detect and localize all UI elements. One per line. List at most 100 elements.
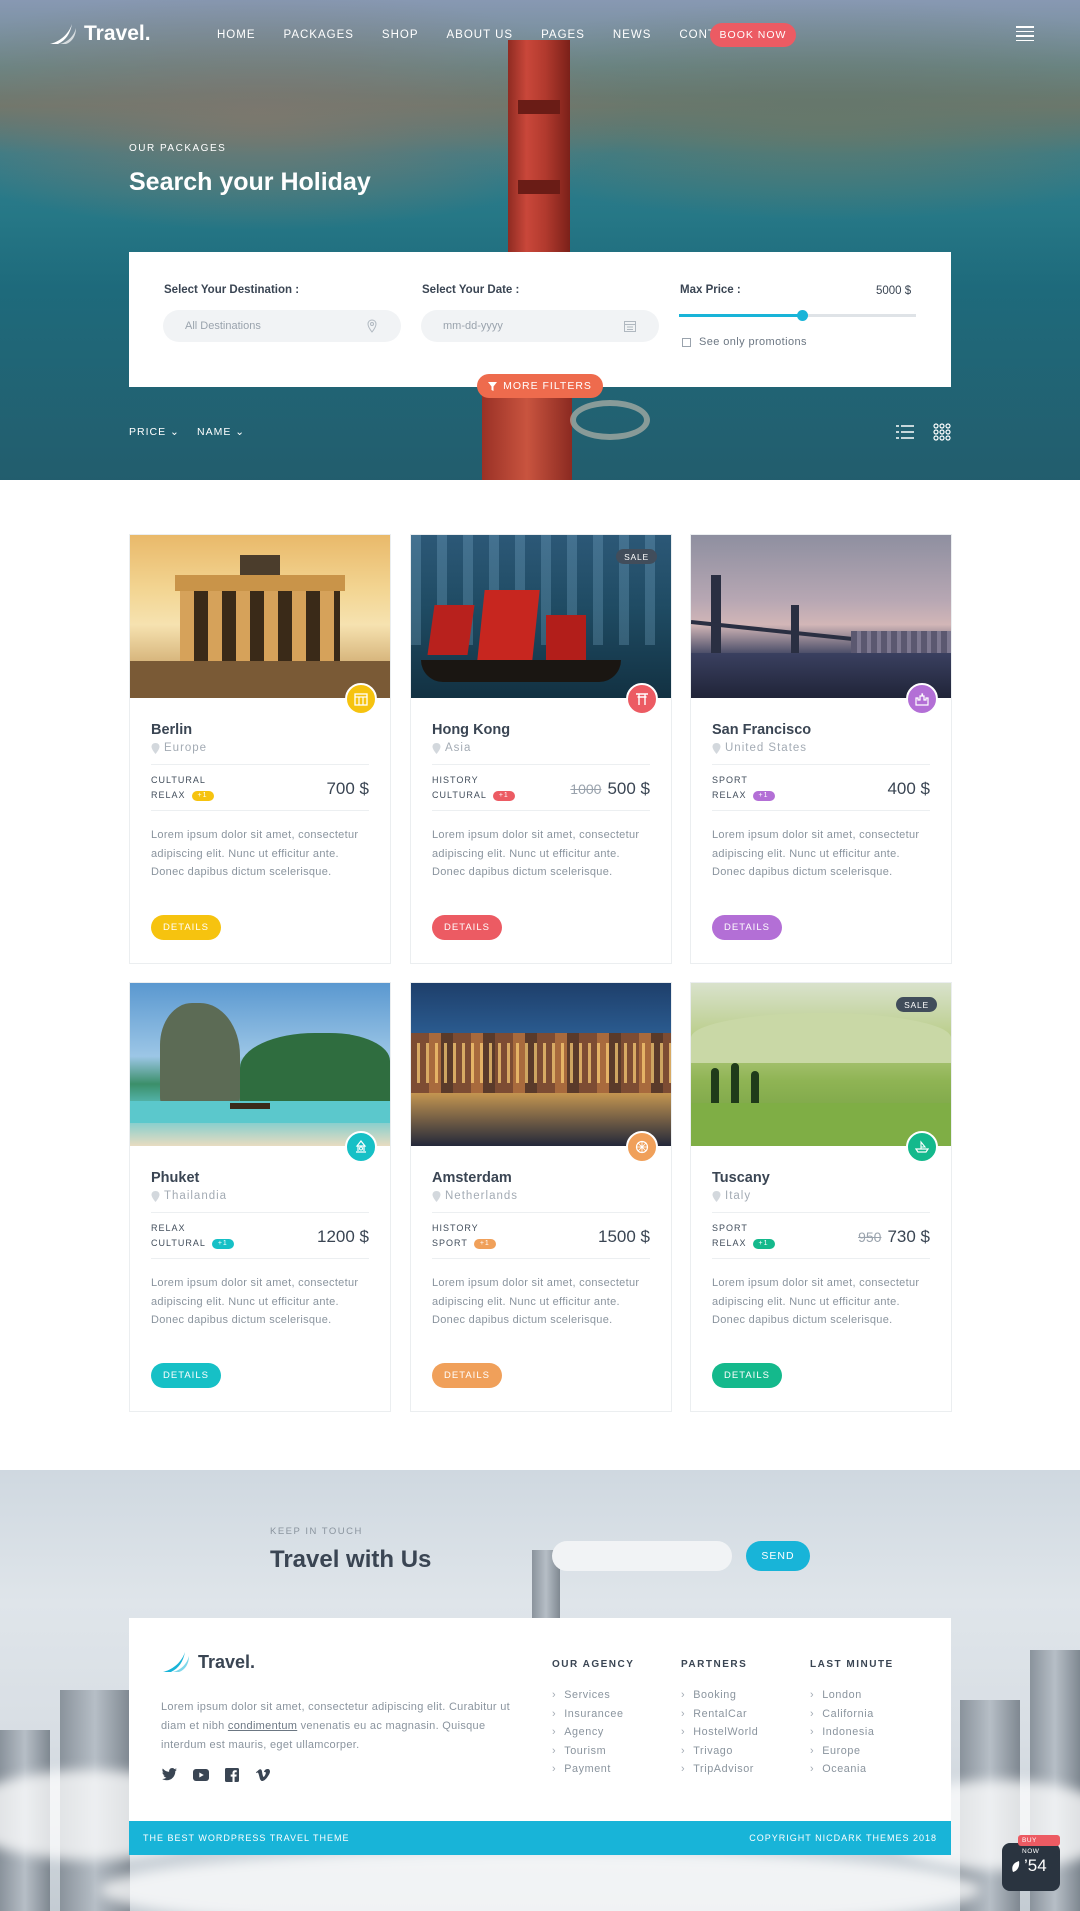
package-card: Phuket Thailandia RELAX CULTURAL +1 1200 $ Lor…	[129, 982, 391, 1412]
package-tags: RELAX CULTURAL +1	[151, 1221, 234, 1251]
package-title[interactable]: Tuscany	[712, 1170, 770, 1186]
package-image[interactable]	[411, 983, 671, 1146]
footer-link[interactable]: TripAdvisor	[681, 1760, 758, 1779]
newsletter-send-button[interactable]: SEND	[746, 1541, 810, 1571]
grid-view-icon[interactable]	[933, 423, 951, 441]
package-title[interactable]: Berlin	[151, 722, 192, 738]
package-location: Asia	[432, 742, 471, 754]
promotions-checkbox[interactable]: See only promotions	[682, 336, 807, 348]
buy-now-tag: BUY NOW	[1018, 1835, 1060, 1855]
destination-select[interactable]: All Destinations	[163, 310, 401, 342]
package-tags: SPORT RELAX +1	[712, 773, 775, 803]
nav-home[interactable]: HOME	[217, 29, 256, 41]
divider	[432, 1258, 650, 1259]
hamburger-menu-icon[interactable]	[1016, 26, 1034, 41]
package-title[interactable]: Phuket	[151, 1170, 199, 1186]
main-menu: HOME PACKAGES SHOP ABOUT US PAGES NEWS C…	[217, 29, 769, 41]
newsletter-email-input[interactable]	[552, 1541, 732, 1571]
price-slider[interactable]	[679, 310, 916, 321]
footer-link[interactable]: Payment	[552, 1760, 634, 1779]
package-image[interactable]	[691, 535, 951, 698]
details-button[interactable]: DETAILS	[712, 915, 782, 940]
twitter-icon[interactable]	[161, 1766, 178, 1783]
footer-link[interactable]: Agency	[552, 1723, 634, 1742]
more-tags-pill: +1	[191, 790, 214, 801]
sort-by-name[interactable]: NAME ⌄	[197, 426, 245, 438]
current-price: 1200 $	[317, 1227, 369, 1246]
footer-link[interactable]: Tourism	[552, 1742, 634, 1761]
package-location: Thailandia	[151, 1190, 227, 1202]
condimentum-link[interactable]: condimentum	[228, 1720, 297, 1732]
price-slider-handle[interactable]	[797, 310, 809, 321]
footer-link[interactable]: Trivago	[681, 1742, 758, 1761]
filter-icon	[488, 381, 498, 391]
tag-row: CULTURAL +1	[432, 788, 515, 803]
details-button[interactable]: DETAILS	[432, 915, 502, 940]
footer-link[interactable]: Insurancee	[552, 1705, 634, 1724]
package-description: Lorem ipsum dolor sit amet, consectetur …	[151, 1277, 359, 1326]
footer-link[interactable]: Oceania	[810, 1760, 894, 1779]
map-pin-icon	[151, 1190, 160, 1202]
torii-gate-icon	[626, 683, 658, 715]
footer-link[interactable]: Booking	[681, 1686, 758, 1705]
tag: CULTURAL	[432, 790, 487, 800]
list-view-icon[interactable]	[896, 425, 914, 439]
tag: HISTORY	[432, 1223, 479, 1233]
package-image[interactable]	[130, 983, 390, 1146]
tag-row: CULTURAL +1	[151, 1236, 234, 1251]
nav-packages[interactable]: PACKAGES	[284, 29, 354, 41]
footer-link[interactable]: Indonesia	[810, 1723, 894, 1742]
nav-about-us[interactable]: ABOUT US	[447, 29, 514, 41]
package-image[interactable]: SALE	[691, 983, 951, 1146]
tag: SPORT	[712, 775, 748, 785]
package-title[interactable]: Hong Kong	[432, 722, 510, 738]
nav-pages[interactable]: PAGES	[541, 29, 585, 41]
footer-link[interactable]: RentalCar	[681, 1705, 758, 1724]
map-pin-icon	[712, 1190, 721, 1202]
footer-link[interactable]: California	[810, 1705, 894, 1724]
footer-link[interactable]: London	[810, 1686, 894, 1705]
checkbox-box[interactable]	[682, 337, 691, 347]
details-button[interactable]: DETAILS	[151, 1363, 221, 1388]
package-title[interactable]: San Francisco	[712, 722, 811, 738]
vimeo-icon[interactable]	[254, 1766, 271, 1783]
footer-column-partners: PARTNERS Booking RentalCar HostelWorld T…	[681, 1659, 758, 1779]
column-title: PARTNERS	[681, 1659, 748, 1670]
sail-logo-icon	[50, 24, 76, 44]
newsletter-title: Travel with Us	[270, 1546, 432, 1573]
package-price: 1500 $	[598, 1227, 650, 1247]
footer-logo-text: Travel.	[198, 1651, 256, 1672]
footer-link[interactable]: Services	[552, 1686, 634, 1705]
facebook-icon[interactable]	[223, 1766, 240, 1783]
details-button[interactable]: DETAILS	[151, 915, 221, 940]
footer-link[interactable]: Europe	[810, 1742, 894, 1761]
more-filters-button[interactable]: MORE FILTERS	[477, 374, 603, 398]
map-pin-icon	[432, 1190, 441, 1202]
sort-by-price[interactable]: PRICE ⌄	[129, 426, 180, 438]
nav-shop[interactable]: SHOP	[382, 29, 419, 41]
youtube-icon[interactable]	[192, 1766, 209, 1783]
buy-now-badge[interactable]: BUY NOW ’54	[1002, 1835, 1060, 1891]
more-tags-pill: +1	[211, 1238, 234, 1249]
site-logo[interactable]: Travel.	[48, 22, 151, 46]
package-image[interactable]: SALE	[411, 535, 671, 698]
package-location: Netherlands	[432, 1190, 518, 1202]
package-tags: SPORT RELAX +1	[712, 1221, 775, 1251]
tag: CULTURAL	[151, 775, 206, 785]
footer-copyright: COPYRIGHT NICDARK THEMES 2018	[749, 1833, 937, 1843]
column-title: LAST MINUTE	[810, 1659, 894, 1670]
book-now-button[interactable]: BOOK NOW	[710, 23, 796, 47]
divider	[151, 764, 369, 765]
more-tags-pill: +1	[752, 1238, 775, 1249]
details-button[interactable]: DETAILS	[712, 1363, 782, 1388]
bridge-tower-image	[508, 40, 570, 280]
package-title[interactable]: Amsterdam	[432, 1170, 512, 1186]
map-pin-icon	[367, 319, 377, 333]
footer-link[interactable]: HostelWorld	[681, 1723, 758, 1742]
details-button[interactable]: DETAILS	[432, 1363, 502, 1388]
footer-logo[interactable]: Travel.	[161, 1650, 255, 1674]
package-image[interactable]	[130, 535, 390, 698]
nav-news[interactable]: NEWS	[613, 29, 652, 41]
package-price: 400 $	[887, 779, 930, 799]
date-input[interactable]: mm-dd-yyyy	[421, 310, 659, 342]
